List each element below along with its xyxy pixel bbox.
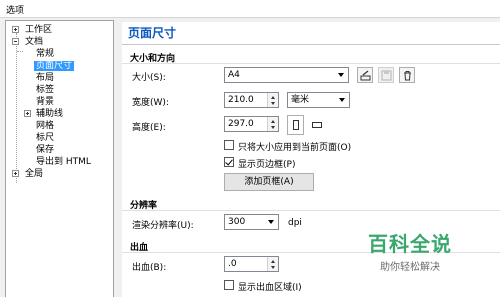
tree-branch-line <box>17 51 23 52</box>
tree-item-label: 背景 <box>36 97 55 107</box>
tree-item-label: 导出到 HTML <box>36 157 91 167</box>
tree-item-global[interactable]: 全局 <box>12 168 43 180</box>
apply-current-page-checkbox[interactable] <box>224 140 234 150</box>
show-bleed-area-label: 显示出血区域(I) <box>238 283 302 293</box>
tree-item-label-tag[interactable]: 标签 <box>36 84 54 96</box>
tree-item-label: 页面尺寸 <box>34 61 75 71</box>
tree-guide-line <box>16 33 17 183</box>
tree-item-label: 标尺 <box>36 133 55 143</box>
render-resolution-select[interactable]: 300 <box>224 214 279 230</box>
floppy-disk-icon <box>381 70 392 81</box>
dpi-unit: dpi <box>288 218 302 228</box>
save-preset-button[interactable] <box>357 67 373 83</box>
tree-item-label: 工作区 <box>25 25 53 35</box>
chevron-down-icon <box>338 73 344 77</box>
apply-current-page-label: 只将大小应用到当前页面(O) <box>238 143 352 153</box>
add-page-frame-button[interactable]: 添加页框(A) <box>224 173 314 191</box>
options-tree[interactable]: 工作区 文档 常规 页面尺寸 布局 标签 背景 辅助线 网格 标尺 保存 导出到… <box>5 20 114 297</box>
tree-item-label: 常规 <box>36 49 55 59</box>
render-resolution-value: 300 <box>228 217 246 227</box>
portrait-page-icon <box>293 120 299 130</box>
collapse-minus-icon[interactable] <box>12 38 19 45</box>
unit-value: 毫米 <box>291 95 310 105</box>
render-resolution-label: 渲染分辨率(U): <box>132 221 194 231</box>
height-spinbox[interactable]: 297.0 <box>224 116 279 132</box>
spinner-buttons[interactable] <box>267 257 278 271</box>
save-preset-icon <box>360 70 371 81</box>
bleed-label: 出血(B): <box>132 263 167 273</box>
window-titlebar: 选项 <box>0 0 500 18</box>
expand-plus-icon[interactable] <box>12 170 19 177</box>
watermark-subtitle: 助你轻松解决 <box>380 262 440 273</box>
expand-plus-icon[interactable] <box>12 26 19 33</box>
chevron-down-icon <box>339 98 345 102</box>
page-title: 页面尺寸 <box>128 26 177 40</box>
landscape-page-icon <box>312 122 322 128</box>
page-size-value: A4 <box>228 70 240 80</box>
tree-item-document[interactable]: 文档 <box>12 36 43 48</box>
tree-item-page-size[interactable]: 页面尺寸 <box>34 60 75 72</box>
height-value: 297.0 <box>228 119 254 129</box>
tree-item-background[interactable]: 背景 <box>36 96 54 108</box>
tree-item-label: 保存 <box>36 145 55 155</box>
tree-item-grid[interactable]: 网格 <box>36 120 54 132</box>
tree-item-label: 全局 <box>25 169 44 179</box>
section-divider <box>122 63 500 64</box>
section-divider <box>122 210 500 211</box>
portrait-button[interactable] <box>287 115 304 135</box>
spinner-buttons[interactable] <box>267 93 278 107</box>
chevron-down-icon <box>268 220 274 224</box>
window-title: 选项 <box>6 6 25 16</box>
delete-preset-button[interactable] <box>399 67 415 83</box>
tree-item-label: 文档 <box>25 37 44 47</box>
tree-item-label: 网格 <box>36 121 55 131</box>
expand-plus-icon[interactable] <box>24 110 31 117</box>
tree-item-label: 标签 <box>36 85 55 95</box>
landscape-button[interactable] <box>308 115 325 135</box>
bleed-value: .0 <box>228 259 237 269</box>
tree-item-guides[interactable]: 辅助线 <box>24 108 63 120</box>
unit-select[interactable]: 毫米 <box>287 92 350 108</box>
height-label: 高度(E): <box>132 123 166 133</box>
show-page-border-checkbox[interactable] <box>224 157 234 167</box>
spinner-buttons[interactable] <box>267 117 278 131</box>
save-disk-button[interactable] <box>378 67 394 83</box>
width-value: 210.0 <box>228 95 254 105</box>
page-size-select[interactable]: A4 <box>224 67 349 83</box>
tree-item-save[interactable]: 保存 <box>36 144 54 156</box>
tree-item-rulers[interactable]: 标尺 <box>36 132 54 144</box>
tree-item-layout[interactable]: 布局 <box>36 72 54 84</box>
show-page-border-label: 显示页边框(P) <box>238 160 296 170</box>
size-label: 大小(S): <box>132 73 166 83</box>
trash-icon <box>404 71 411 81</box>
watermark: 百科全说 助你轻松解决 <box>368 228 452 273</box>
show-bleed-area-checkbox[interactable] <box>224 280 234 290</box>
tree-item-workspace[interactable]: 工作区 <box>12 24 52 36</box>
bleed-spinbox[interactable]: .0 <box>224 256 279 272</box>
tree-item-general[interactable]: 常规 <box>36 48 54 60</box>
tree-item-label: 布局 <box>36 73 55 83</box>
watermark-title: 百科全说 <box>368 232 452 256</box>
width-spinbox[interactable]: 210.0 <box>224 92 279 108</box>
title-divider <box>122 44 500 45</box>
tree-item-export-html[interactable]: 导出到 HTML <box>36 156 91 168</box>
width-label: 宽度(W): <box>132 98 169 108</box>
tree-item-label: 辅助线 <box>36 109 64 119</box>
